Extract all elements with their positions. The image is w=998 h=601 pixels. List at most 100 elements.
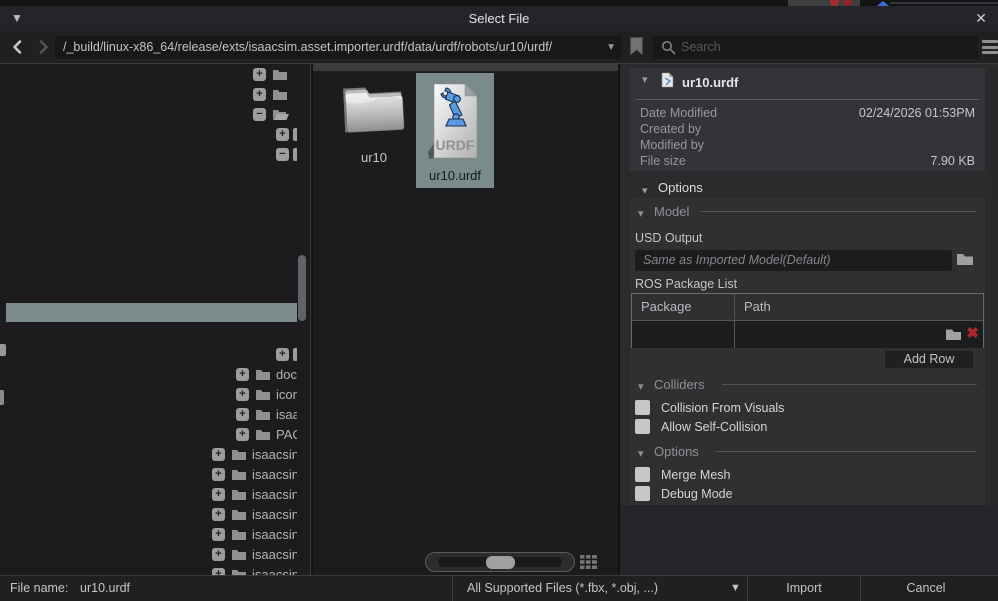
thumbnail-size-slider[interactable] [425,552,575,572]
clipped-icon-fragment [0,390,4,405]
table-body-row: ✖ [632,320,983,347]
tree-item-label: isaacsin [252,545,297,565]
bookmark-button[interactable] [629,37,644,59]
collapse-icon[interactable]: ▾ [638,447,644,460]
colliders-section-header[interactable]: Colliders [654,377,705,392]
slider-thumb[interactable] [486,556,515,569]
tree-item[interactable]: +PAC [236,425,297,445]
folder-icon [231,529,247,541]
detail-label: Modified by [640,137,704,153]
checkbox[interactable] [635,486,650,501]
tree-item-label: isaa [276,405,297,425]
expand-box-icon[interactable]: + [236,408,249,421]
tree-item[interactable]: +icon [236,385,297,405]
checkbox[interactable] [635,419,650,434]
tree-item-label: doc [276,365,297,385]
column-header-path[interactable]: Path [735,294,983,319]
path-cell-input[interactable]: ✖ [735,321,983,348]
expand-box-icon[interactable]: + [212,528,225,541]
section-rule [700,211,977,212]
collapse-box-icon[interactable]: − [276,148,289,161]
options-section-header[interactable]: Options [658,180,703,195]
collapse-icon[interactable]: ▾ [642,184,648,197]
clipped-icon [293,148,297,161]
close-icon[interactable]: ✕ [970,6,992,31]
expand-box-icon[interactable]: + [236,388,249,401]
expand-box-icon[interactable]: + [212,568,225,575]
file-name-input[interactable]: ur10.urdf [80,576,130,601]
options2-section-header[interactable]: Options [654,444,699,459]
tree-item[interactable]: +isaacsin [212,525,297,545]
folder-icon [272,89,288,101]
expand-box-icon[interactable]: + [212,488,225,501]
grid-item-folder[interactable]: ur10 [334,77,414,179]
tree-item[interactable]: + [253,85,297,105]
checkbox[interactable] [635,467,650,482]
expand-box-icon[interactable]: + [253,88,266,101]
tree-item-label: isaacsin [252,565,297,575]
background-line-fragment [890,2,998,4]
expand-box-icon[interactable]: + [212,448,225,461]
collapse-icon[interactable]: ▾ [642,73,648,86]
file-type-filter[interactable]: All Supported Files (*.fbx, *.obj, ...) [467,576,658,601]
usd-output-label: USD Output [635,231,702,245]
table-header-row: Package Path [632,294,983,319]
import-button[interactable]: Import [748,576,860,601]
model-section-header[interactable]: Model [654,204,689,219]
tree-item[interactable]: + isaa [236,405,297,425]
folder-icon [255,429,271,441]
tree-item[interactable]: + isaacsin [212,565,297,575]
tree-item[interactable]: +isaacsin [212,485,297,505]
tree-item[interactable]: +isaacsin [212,505,297,525]
collapse-box-icon[interactable]: − [253,108,266,121]
tree-item[interactable]: + [253,65,297,85]
options-checkboxes: Merge Mesh Debug Mode [635,465,975,503]
add-row-button[interactable]: Add Row [885,351,973,368]
expand-box-icon[interactable]: + [236,368,249,381]
browse-folder-icon[interactable] [945,328,962,341]
checkbox[interactable] [635,400,650,415]
search-input[interactable]: Search [653,36,978,59]
file-info-box: ▾ ur10.urdf Date Modified02/24/2026 01:5… [630,68,985,171]
tree-item[interactable]: +isaacsin [212,445,297,465]
grid-view-toggle[interactable] [579,554,598,573]
browse-folder-icon[interactable] [956,252,974,269]
detail-rows: Date Modified02/24/2026 01:53PMCreated b… [630,105,985,169]
collapse-icon[interactable]: ▾ [638,207,644,220]
tree-item[interactable]: + [276,345,297,365]
back-button[interactable] [9,38,27,56]
tree-item[interactable]: + isaacsin [212,545,297,565]
tree-item[interactable]: − [276,145,297,165]
expand-box-icon[interactable]: + [212,548,225,561]
file-grid-panel: ur10 URDF ur10.urdf [313,64,618,575]
tree-item[interactable]: + doc [236,365,297,385]
usd-output-value: Same as Imported Model(Default) [643,250,831,271]
tree-item[interactable]: +isaacsin [212,465,297,485]
tree-item[interactable]: − [253,105,297,125]
filter-dropdown-icon[interactable]: ▼ [730,576,741,601]
forward-button[interactable] [34,38,52,56]
delete-row-icon[interactable]: ✖ [966,325,979,343]
options-menu-button[interactable] [982,40,998,54]
expand-box-icon[interactable]: + [276,128,289,141]
column-header-package[interactable]: Package [632,294,735,319]
package-cell-input[interactable] [632,321,735,348]
expand-box-icon[interactable]: + [236,428,249,441]
grid-item-label: ur10 [334,150,414,165]
collapse-icon[interactable]: ▾ [638,380,644,393]
tree-scrollbar-thumb[interactable] [298,255,306,321]
expand-box-icon[interactable]: + [253,68,266,81]
expand-box-icon[interactable]: + [276,348,289,361]
path-dropdown-icon[interactable]: ▼ [606,36,616,59]
expand-box-icon[interactable]: + [212,468,225,481]
cancel-button[interactable]: Cancel [861,576,991,601]
expand-box-icon[interactable]: + [212,508,225,521]
search-placeholder: Search [681,36,721,59]
usd-output-field[interactable]: Same as Imported Model(Default) [635,250,952,271]
checkbox-label: Debug Mode [661,487,733,501]
tree-item[interactable]: + [276,125,297,145]
checkbox-label: Merge Mesh [661,468,730,482]
path-input[interactable]: /_build/linux-x86_64/release/exts/isaacs… [55,36,622,59]
folder-icon [231,469,247,481]
grid-item-file-selected[interactable]: URDF ur10.urdf [416,73,494,188]
